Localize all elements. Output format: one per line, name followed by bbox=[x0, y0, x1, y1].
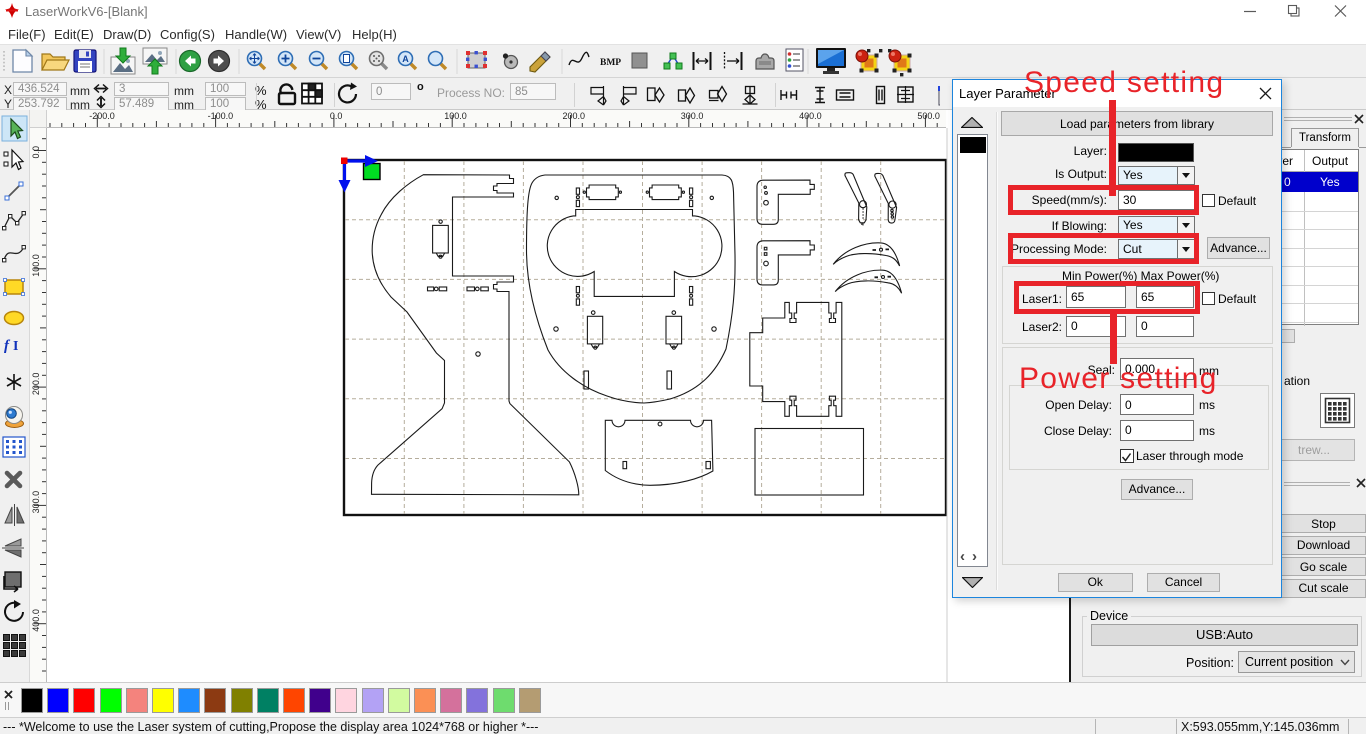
svg-text:I: I bbox=[13, 339, 18, 354]
svg-text:400.0: 400.0 bbox=[31, 609, 41, 632]
svg-text:BMP: BMP bbox=[600, 58, 621, 68]
svg-text:300.0: 300.0 bbox=[31, 491, 41, 514]
svg-text:500.0: 500.0 bbox=[917, 111, 940, 121]
svg-text:200.0: 200.0 bbox=[31, 373, 41, 396]
svg-text:300.0: 300.0 bbox=[681, 111, 704, 121]
svg-text:A: A bbox=[402, 54, 409, 64]
svg-text:0.0: 0.0 bbox=[31, 146, 41, 159]
svg-text:-100.0: -100.0 bbox=[208, 111, 234, 121]
svg-text:0.0: 0.0 bbox=[330, 111, 343, 121]
svg-text:400.0: 400.0 bbox=[799, 111, 822, 121]
svg-text:f: f bbox=[4, 338, 11, 354]
svg-text:200.0: 200.0 bbox=[563, 111, 586, 121]
svg-text:-200.0: -200.0 bbox=[89, 111, 115, 121]
svg-text:100.0: 100.0 bbox=[444, 111, 467, 121]
svg-text:100.0: 100.0 bbox=[31, 254, 41, 277]
